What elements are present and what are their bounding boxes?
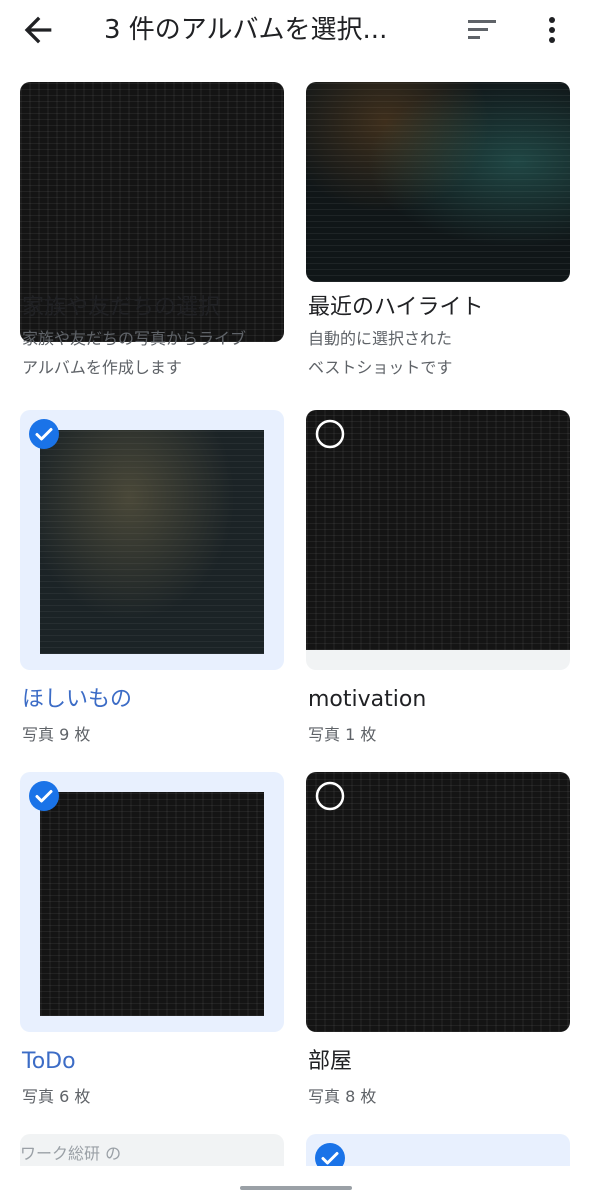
unchecked-circle-icon[interactable] — [314, 780, 346, 812]
album-title: 部屋 — [308, 1049, 353, 1074]
album-subtitle: 家族や友だちの写真からライブアルバムを作成します — [22, 329, 247, 377]
album-title: 家族や友だちの選択 — [22, 295, 221, 320]
album-cover-image — [40, 430, 264, 654]
album-subtitle: 写真 9 枚 — [22, 725, 91, 744]
album-title: 最近のハイライト — [308, 295, 484, 320]
album-card-hoshiimono[interactable]: ほしいもの 写真 9 枚 — [20, 410, 284, 750]
sort-icon — [468, 20, 496, 39]
album-card-highlights[interactable]: 最近のハイライト 自動的に選択された ベストショットです — [306, 82, 570, 382]
checkmark-circle-icon[interactable] — [28, 780, 60, 812]
gesture-handle[interactable] — [240, 1186, 352, 1190]
album-card-todo[interactable]: ToDo 写真 6 枚 — [20, 772, 284, 1112]
checkmark-circle-icon[interactable] — [28, 418, 60, 450]
more-options-button[interactable] — [536, 10, 568, 50]
album-subtitle: 写真 6 枚 — [22, 1087, 91, 1106]
album-title: motivation — [308, 687, 427, 712]
top-app-bar: 3 件のアルバムを選択... — [0, 0, 592, 60]
album-subtitle: 自動的に選択された ベストショットです — [308, 329, 453, 377]
sort-button[interactable] — [462, 12, 502, 48]
album-thumbnail — [306, 82, 570, 282]
album-subtitle: 写真 8 枚 — [308, 1087, 377, 1106]
album-title: ToDo — [22, 1049, 76, 1074]
page-title: 3 件のアルバムを選択... — [104, 15, 388, 45]
album-title: ほしいもの — [22, 687, 133, 712]
album-cover-image — [306, 82, 570, 282]
arrow-back-icon — [24, 16, 52, 44]
album-card-motivation[interactable]: motivation 写真 1 枚 — [306, 410, 570, 750]
system-nav-bar — [0, 1166, 592, 1200]
album-cover-image — [40, 792, 264, 1016]
album-cover-text: ワーク総研 の — [20, 1144, 122, 1163]
album-subtitle: 写真 1 枚 — [308, 725, 377, 744]
album-card-family[interactable]: 家族や友だちの選択 家族や友だちの写真からライブアルバムを作成します — [20, 82, 284, 382]
back-button[interactable] — [18, 10, 58, 50]
more-vert-icon — [549, 17, 555, 43]
album-card-heya[interactable]: 部屋 写真 8 枚 — [306, 772, 570, 1112]
unchecked-circle-icon[interactable] — [314, 418, 346, 450]
